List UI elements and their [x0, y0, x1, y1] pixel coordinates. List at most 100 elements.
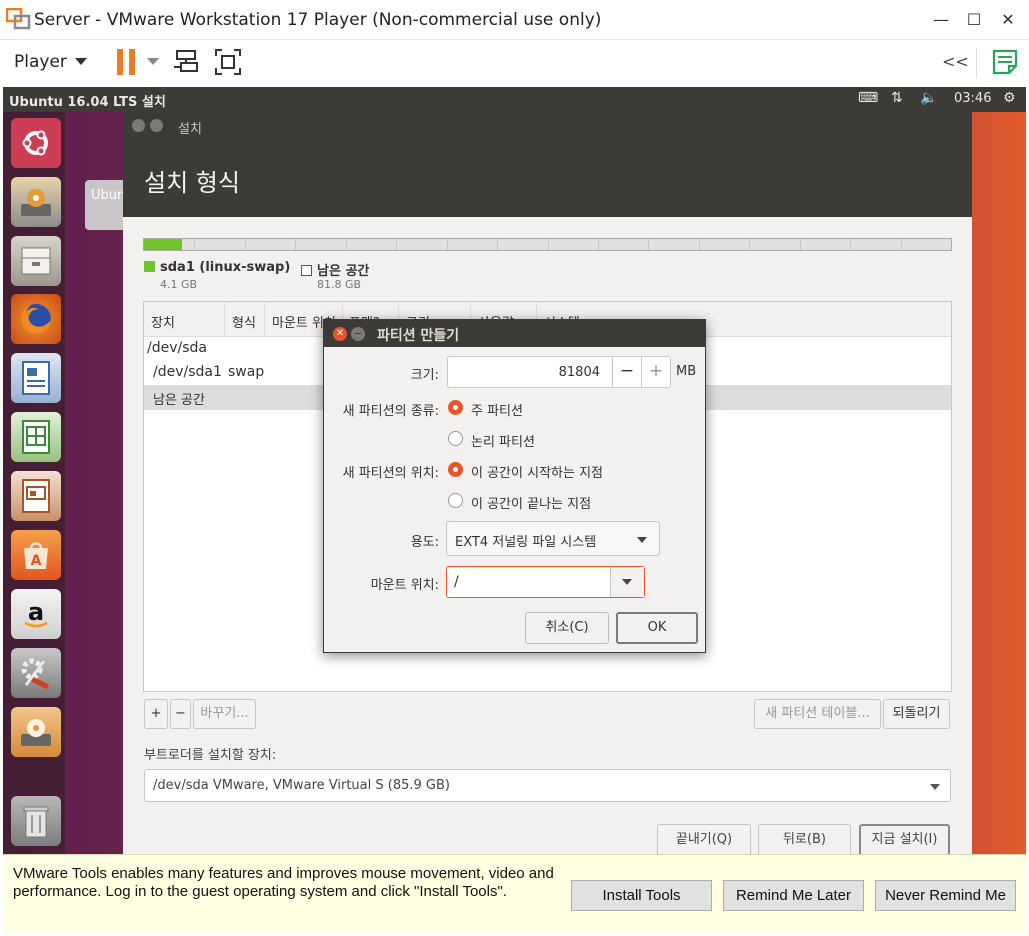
- col-device[interactable]: 장치: [151, 312, 175, 331]
- size-increase-button[interactable]: +: [641, 357, 670, 387]
- fullscreen-icon[interactable]: [214, 48, 242, 76]
- partition-type-label: 새 파티션의 종류:: [342, 404, 439, 419]
- bootloader-select[interactable]: /dev/sda VMware, VMware Virtual S (85.9 …: [144, 769, 951, 802]
- ubuntu-dash-icon[interactable]: [11, 118, 61, 168]
- collapse-library-icon[interactable]: <<: [942, 52, 969, 71]
- gear-icon[interactable]: ⚙: [1003, 90, 1016, 106]
- firefox-icon[interactable]: [11, 294, 61, 344]
- usage-bar-tick: [497, 239, 498, 250]
- notes-icon[interactable]: [991, 48, 1019, 76]
- legend-swap-name: sda1 (linux-swap): [160, 260, 291, 275]
- row-type: swap: [228, 364, 265, 380]
- dialog-close-icon[interactable]: ✕: [333, 327, 347, 341]
- pause-icon[interactable]: [117, 49, 137, 75]
- installer-title-bar: 설치: [123, 112, 972, 139]
- primary-partition-radio[interactable]: [448, 400, 463, 415]
- mount-point-label: 마운트 위치:: [370, 578, 439, 593]
- chevron-down-icon: [930, 784, 940, 790]
- send-ctrl-alt-del-icon[interactable]: [173, 48, 201, 76]
- use-as-label: 용도:: [410, 535, 439, 550]
- keyboard-icon[interactable]: ⌨: [858, 90, 878, 106]
- chevron-down-icon: [637, 537, 647, 543]
- settings-icon[interactable]: [11, 648, 61, 698]
- svg-text:A: A: [31, 553, 42, 569]
- remind-later-button[interactable]: Remind Me Later: [723, 880, 864, 911]
- volume-icon[interactable]: 🔈: [920, 90, 937, 106]
- installer-minimize-icon[interactable]: [150, 119, 163, 132]
- mount-point-dropdown-button[interactable]: [610, 567, 644, 597]
- use-as-select[interactable]: EXT4 저널링 파일 시스템: [446, 521, 660, 556]
- logical-partition-label[interactable]: 논리 파티션: [471, 431, 535, 450]
- installer-close-icon[interactable]: [132, 119, 145, 132]
- usage-bar-tick: [749, 239, 750, 250]
- clock[interactable]: 03:46: [954, 91, 991, 106]
- install-now-button[interactable]: 지금 설치(I): [859, 824, 950, 854]
- network-icon[interactable]: ⇅: [891, 90, 903, 106]
- logical-partition-radio[interactable]: [448, 431, 463, 446]
- dialog-title: 파티션 만들기: [377, 328, 460, 344]
- disk-usage-bar: [143, 238, 952, 251]
- calc-icon[interactable]: [11, 412, 61, 462]
- ok-button[interactable]: OK: [616, 612, 698, 644]
- size-decrease-button[interactable]: −: [612, 357, 641, 387]
- remove-partition-button[interactable]: −: [170, 699, 191, 729]
- mount-point-combo[interactable]: /: [446, 566, 645, 598]
- usage-bar-tick: [850, 239, 851, 250]
- window-title: Server - VMware Workstation 17 Player (N…: [34, 10, 602, 30]
- installer-active-icon[interactable]: [11, 707, 61, 757]
- location-start-radio[interactable]: [448, 462, 463, 477]
- location-end-radio[interactable]: [448, 493, 463, 508]
- notification-message: VMware Tools enables many features and i…: [13, 865, 554, 900]
- size-label: 크기:: [410, 368, 439, 383]
- location-end-label[interactable]: 이 공간이 끝나는 지점: [471, 493, 591, 512]
- installer-header: 설치 형식: [123, 139, 972, 217]
- usage-bar-tick: [648, 239, 649, 250]
- page-title: 설치 형식: [144, 169, 240, 197]
- trash-icon[interactable]: [11, 796, 61, 846]
- size-stepper[interactable]: 81804 − +: [447, 356, 671, 388]
- new-partition-table-button[interactable]: 새 파티션 테이블...: [754, 699, 881, 729]
- never-remind-button[interactable]: Never Remind Me: [875, 880, 1016, 911]
- usage-bar-tick: [548, 239, 549, 250]
- mount-point-input[interactable]: /: [454, 574, 459, 590]
- cancel-button[interactable]: 취소(C): [525, 612, 609, 644]
- usage-bar-tick: [447, 239, 448, 250]
- usage-bar-tick: [346, 239, 347, 250]
- back-button[interactable]: 뒤로(B): [758, 824, 851, 854]
- minimize-button[interactable]: —: [926, 8, 956, 32]
- files-icon[interactable]: [11, 236, 61, 286]
- legend-swap-size: 4.1 GB: [160, 278, 198, 291]
- maximize-button[interactable]: ☐: [959, 8, 989, 32]
- dialog-title-bar: ✕ − 파티션 만들기: [324, 320, 705, 347]
- legend-free-size: 81.8 GB: [317, 278, 362, 291]
- usage-bar-tick: [699, 239, 700, 250]
- dialog-minimize-icon[interactable]: −: [351, 327, 365, 341]
- player-menu[interactable]: Player: [14, 52, 67, 72]
- location-start-label[interactable]: 이 공간이 시작하는 지점: [471, 462, 603, 481]
- pause-dropdown-icon[interactable]: [147, 58, 159, 65]
- svg-text:a: a: [28, 598, 44, 626]
- install-tools-button[interactable]: Install Tools: [571, 880, 712, 911]
- primary-partition-label[interactable]: 주 파티션: [471, 400, 523, 419]
- bootloader-label: 부트로더를 설치할 장치:: [144, 748, 277, 763]
- col-type[interactable]: 형식: [232, 312, 256, 331]
- player-menu-dropdown-icon[interactable]: [75, 58, 87, 65]
- software-center-icon[interactable]: A: [11, 530, 61, 580]
- usage-bar-tick: [194, 239, 195, 250]
- add-partition-button[interactable]: +: [144, 699, 168, 729]
- close-button[interactable]: ✕: [993, 8, 1023, 32]
- revert-button[interactable]: 되돌리기: [883, 699, 950, 729]
- vmware-logo-icon: [6, 8, 31, 30]
- chevron-down-icon: [622, 579, 632, 585]
- size-input[interactable]: 81804: [559, 365, 600, 380]
- installer-icon[interactable]: [11, 177, 61, 227]
- amazon-icon[interactable]: a: [11, 589, 61, 639]
- change-partition-button[interactable]: 바꾸기...: [193, 699, 256, 729]
- writer-icon[interactable]: [11, 353, 61, 403]
- legend-free-swatch: [301, 265, 312, 276]
- installer-window-title: 설치: [178, 122, 202, 137]
- player-toolbar: Player <<: [0, 40, 1029, 87]
- impress-icon[interactable]: [11, 471, 61, 521]
- usage-bar-tick: [295, 239, 296, 250]
- quit-button[interactable]: 끝내기(Q): [657, 824, 751, 854]
